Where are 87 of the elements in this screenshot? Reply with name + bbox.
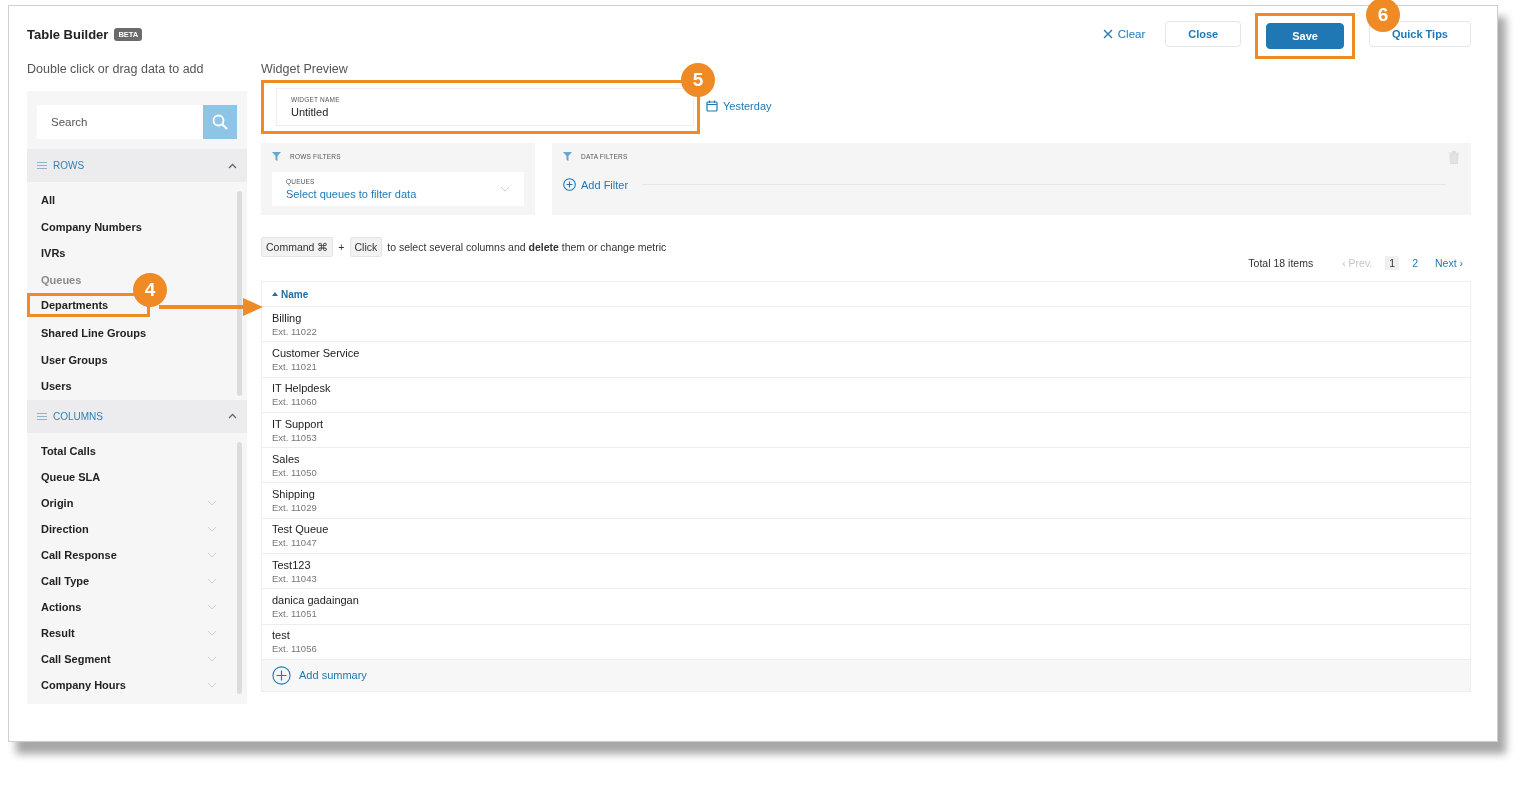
extension-text: Ext. 11021 [272,360,318,372]
add-filter-button[interactable]: Add Filter [563,178,629,191]
table-cell-text: Test123 [272,558,312,571]
section-header[interactable]: ROWS [27,149,247,182]
section-header[interactable]: COLUMNS [27,399,247,433]
key-label: Click [349,237,383,257]
search-icon [212,114,228,130]
sidebar-item[interactable]: Shared Line Groups [27,319,167,347]
callout-badge: 4 [133,273,167,308]
caret-up-icon [228,413,237,420]
table-cell-text: test [272,629,291,642]
sidebar-item[interactable]: Call Response [27,541,237,568]
filter-icon [563,151,572,161]
chevron-down-icon [207,551,217,558]
save-button[interactable]: Save [1266,23,1344,49]
scrollbar[interactable] [237,191,242,396]
sidebar-item[interactable]: IVRs [27,240,86,267]
table-cell-text: Shipping [272,488,316,501]
add-summary-button[interactable]: Add summary [272,665,367,685]
extension-text: Ext. 11053 [272,431,318,443]
preview-caption: Widget Preview [261,62,348,78]
chevron-down-icon [207,499,217,506]
close-button[interactable]: Close [1165,21,1242,47]
sidebar-item[interactable]: Call Segment [27,645,237,672]
sidebar-item[interactable]: User Groups [27,346,128,374]
sidebar-item[interactable]: Origin [27,489,237,516]
table-cell-text: Billing [272,311,303,324]
close-icon [1102,29,1113,39]
extension-text: Ext. 11047 [272,537,318,549]
caret-up-icon [228,162,237,169]
table-cell-text: IT Helpdesk [272,382,332,395]
sidebar-item[interactable]: Company Hours [27,671,237,698]
clear-button[interactable]: Clear [1096,21,1152,47]
sidebar-item[interactable]: All [27,187,76,214]
sort-up-icon [272,292,278,296]
column-header[interactable]: Name [281,288,309,300]
list-icon [37,162,47,169]
table-cell-text: danica gadaingan [272,594,360,606]
chevron-down-icon [207,577,217,584]
chevron-down-icon [207,681,217,688]
plus-icon [272,665,291,685]
chevron-down-icon [207,525,217,532]
scrollbar[interactable] [237,441,242,694]
search-field[interactable]: Search [37,105,203,139]
filter-icon [272,151,281,161]
sidebar-item[interactable]: Result [27,619,237,646]
calendar-icon [706,100,718,112]
page-button[interactable]: 2 [1408,256,1422,270]
sidebar-item[interactable]: Direction [27,515,237,542]
key-label: Command ⌘ [261,237,334,257]
extension-text: Ext. 11050 [272,466,318,478]
sidebar-item[interactable]: Departments [30,296,129,315]
extension-text: Ext. 11022 [272,325,318,337]
chevron-down-icon [207,603,217,610]
page-button[interactable]: 1 [1385,256,1400,270]
list-icon [37,412,47,420]
chevron-down-icon [500,186,510,192]
page-title: Table Builder [27,26,109,42]
table-cell-text: IT Support [272,417,325,430]
table-cell-text: Customer Service [272,346,361,359]
table-cell-text: Sales [272,452,301,465]
widget-name-input[interactable]: Untitled [291,106,679,118]
extension-text: Ext. 11056 [272,643,318,655]
sidebar-item[interactable]: Company Numbers [27,213,162,241]
total-items: Total 18 items [1248,257,1314,269]
chevron-down-icon [207,629,217,636]
hint-text: to select several columns and delete them or change metric [387,241,667,253]
extension-text: Ext. 11051 [272,608,318,619]
table-cell-text: Test Queue [272,523,330,536]
sidebar-item[interactable]: Actions [27,593,237,620]
sidebar-item[interactable]: Users [27,373,92,400]
callout-badge: 5 [681,63,715,97]
chevron-down-icon [207,655,217,662]
extension-text: Ext. 11060 [272,396,318,408]
sidebar-caption: Double click or drag data to add [27,62,205,78]
quick-tips-button[interactable]: Quick Tips [1368,21,1471,47]
extension-text: Ext. 11043 [272,572,318,584]
sidebar-item[interactable]: Call Type [27,567,237,594]
extension-text: Ext. 11029 [272,502,318,514]
sidebar-item[interactable]: Total Calls [27,437,116,464]
plus-sign: + [338,241,345,253]
plus-icon [563,178,576,191]
date-range-link[interactable]: Yesterday [706,100,772,112]
search-button[interactable] [203,105,237,139]
next-page-button[interactable]: Next › [1431,256,1467,270]
trash-icon [1449,151,1459,164]
sidebar-item[interactable]: Queue SLA [27,463,121,490]
